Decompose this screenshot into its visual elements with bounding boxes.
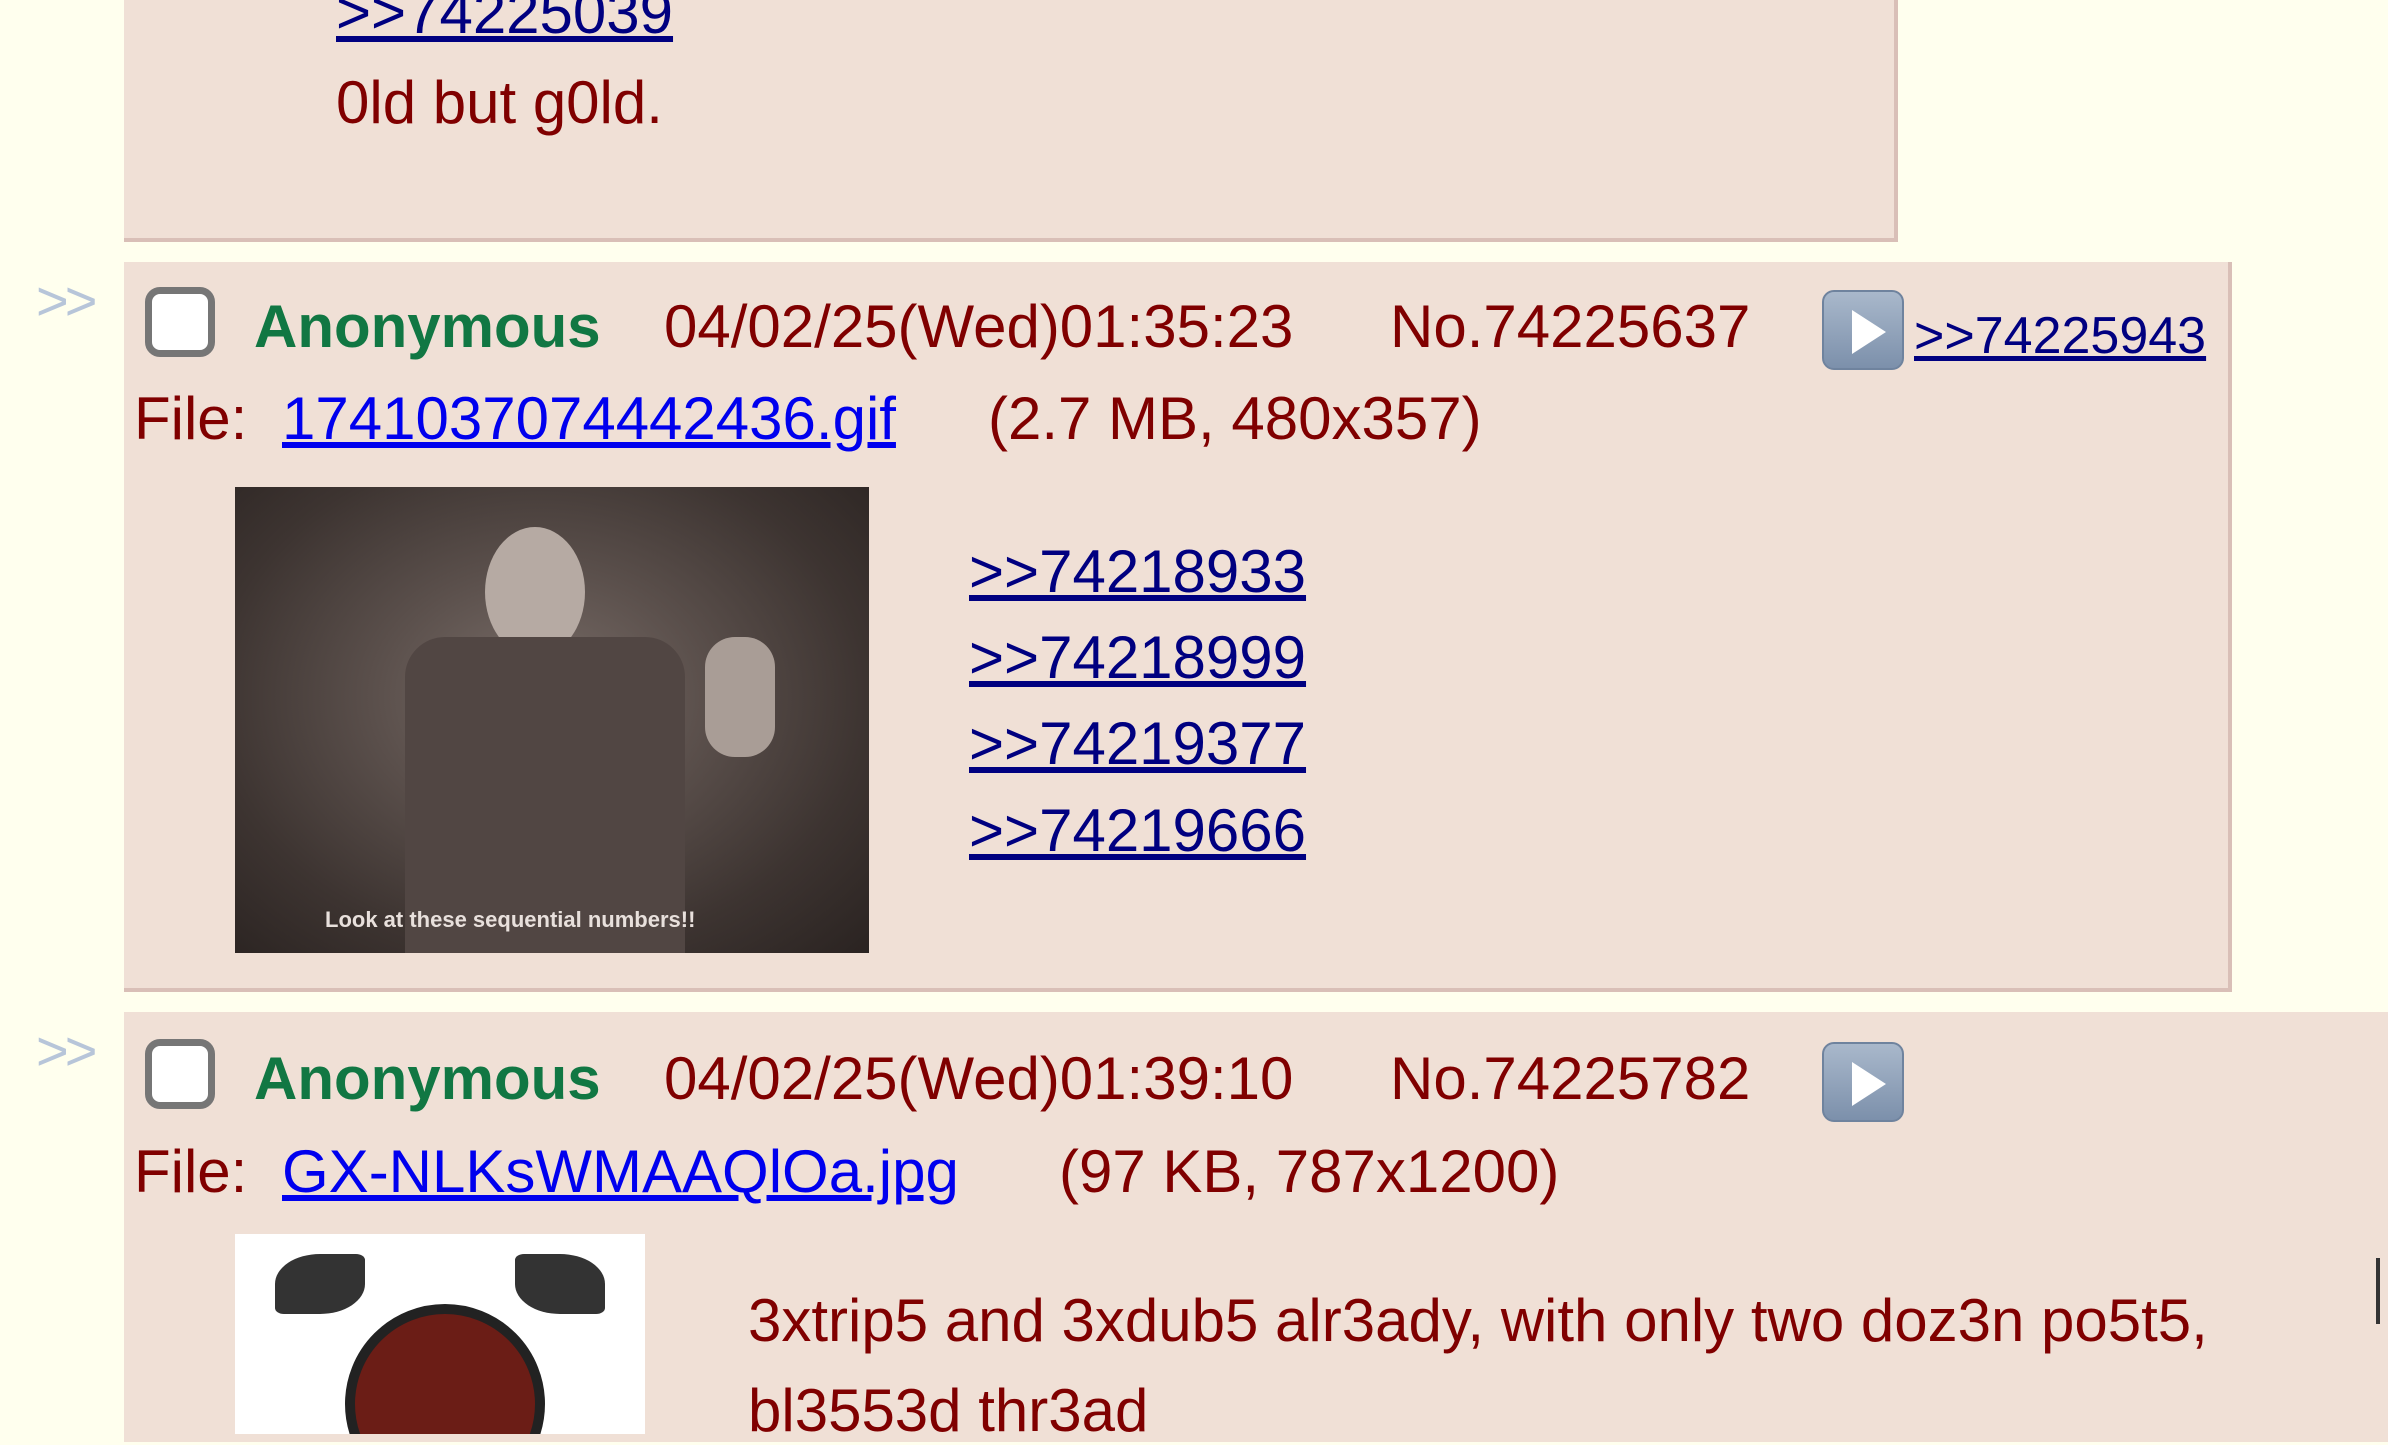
speaker-hand <box>705 637 775 757</box>
emblem-horn-left <box>275 1254 365 1314</box>
checkbox-icon[interactable] <box>145 1039 215 1109</box>
post-datetime: 04/02/25(Wed)01:35:23 <box>664 293 1294 360</box>
thumbnail-caption: Look at these sequential numbers!! <box>325 907 696 932</box>
thumbnail-image[interactable] <box>235 1234 645 1434</box>
text-cursor <box>2376 1258 2380 1324</box>
post-message: 0ld but g0ld. <box>336 69 663 136</box>
poster-name: Anonymous <box>254 1045 601 1112</box>
quote-link[interactable]: >>74219377 <box>969 709 1306 778</box>
post-74225039-reply: >>74225039 0ld but g0ld. <box>124 0 1898 242</box>
file-link[interactable]: GX-NLKsWMAAQlOa.jpg <box>282 1137 959 1206</box>
poster-name: Anonymous <box>254 293 601 360</box>
quote-link[interactable]: >>74218999 <box>969 623 1306 692</box>
quote-link[interactable]: >>74219666 <box>969 796 1306 865</box>
file-info: (2.7 MB, 480x357) <box>988 385 1482 452</box>
post-number[interactable]: No.74225782 <box>1390 1044 1750 1113</box>
play-icon[interactable] <box>1822 290 1904 370</box>
post-74225782: Anonymous 04/02/25(Wed)01:39:10 No.74225… <box>124 1012 2388 1444</box>
file-label: File: <box>134 1138 248 1205</box>
quote-link[interactable]: >>74225039 <box>336 0 673 47</box>
post-message: 3xtrip5 and 3xdub5 alr3ady, with only tw… <box>748 1287 2208 1354</box>
file-info: (97 KB, 787x1200) <box>1059 1138 1560 1205</box>
play-icon[interactable] <box>1822 1042 1904 1122</box>
post-74225637: Anonymous 04/02/25(Wed)01:35:23 No.74225… <box>124 262 2232 992</box>
emblem-horn-right <box>515 1254 605 1314</box>
double-arrow-icon: >> <box>36 269 97 332</box>
post-number[interactable]: No.74225637 <box>1390 292 1750 361</box>
thumbnail-image[interactable]: Look at these sequential numbers!! <box>235 487 869 953</box>
double-arrow-icon: >> <box>36 1019 97 1082</box>
file-label: File: <box>134 385 248 452</box>
emblem <box>345 1304 545 1434</box>
quote-link[interactable]: >>74218933 <box>969 537 1306 606</box>
post-datetime: 04/02/25(Wed)01:39:10 <box>664 1045 1294 1112</box>
file-link[interactable]: 1741037074442436.gif <box>282 384 896 453</box>
checkbox-icon[interactable] <box>145 287 215 357</box>
speaker-body <box>405 637 685 953</box>
post-message: bl3553d thr3ad <box>748 1377 1149 1444</box>
backlink[interactable]: >>74225943 <box>1914 306 2206 366</box>
